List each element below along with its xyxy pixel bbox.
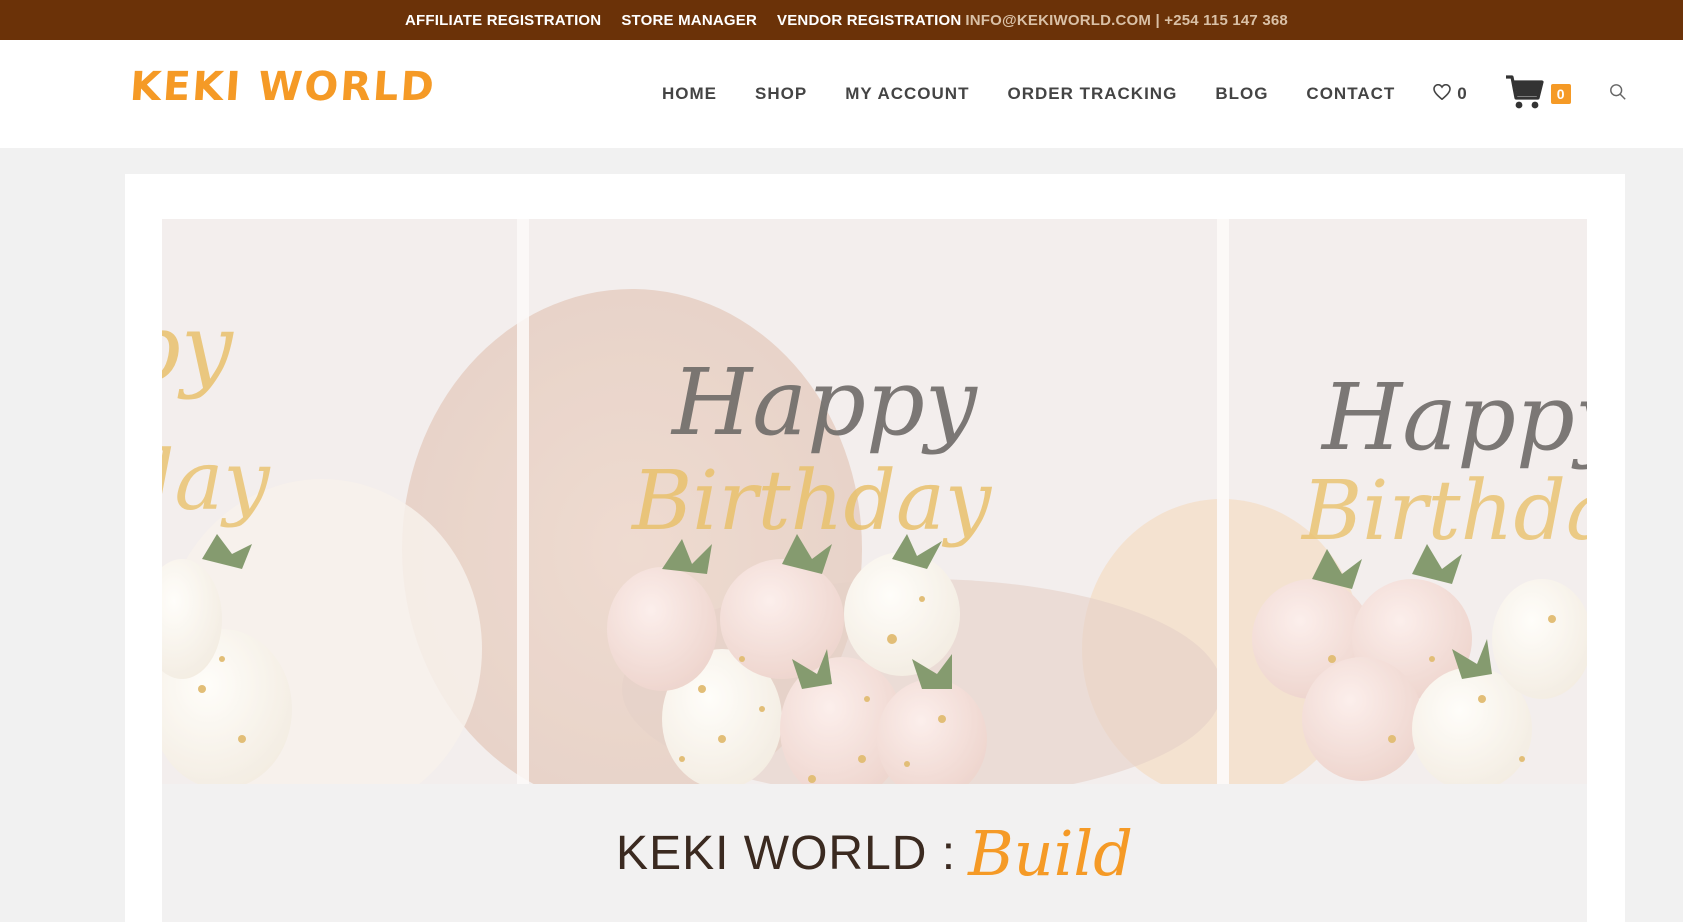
site-header: KEKI WORLD HOME SHOP MY ACCOUNT ORDER TR… [0,40,1683,148]
nav-order-tracking[interactable]: ORDER TRACKING [1007,84,1177,104]
content-card: Happy Birthday Happy Birthday py day KEK… [125,174,1625,922]
cart-button[interactable]: 0 [1505,74,1571,115]
top-bar: AFFILIATE REGISTRATION STORE MANAGER VEN… [0,0,1683,40]
page-title-accent: Build [968,816,1133,890]
nav-shop[interactable]: SHOP [755,84,807,104]
store-manager-link[interactable]: STORE MANAGER [621,12,757,29]
cart-count-badge: 0 [1550,84,1571,104]
vendor-registration-link[interactable]: VENDOR REGISTRATION [777,12,961,29]
wishlist-button[interactable]: 0 [1433,83,1467,105]
affiliate-registration-link[interactable]: AFFILIATE REGISTRATION [405,12,601,29]
nav-home[interactable]: HOME [662,84,717,104]
hero-banner: Happy Birthday Happy Birthday py day [162,219,1587,784]
search-icon [1609,83,1627,106]
search-button[interactable] [1609,83,1627,106]
nav-blog[interactable]: BLOG [1215,84,1268,104]
hero-image: Happy Birthday Happy Birthday py day [162,219,1587,784]
nav-my-account[interactable]: MY ACCOUNT [845,84,969,104]
cart-icon [1505,74,1545,115]
contact-info: INFO@KEKIWORLD.COM | +254 115 147 368 [965,11,1288,29]
main-nav: HOME SHOP MY ACCOUNT ORDER TRACKING BLOG… [662,40,1627,148]
heart-icon [1433,83,1452,105]
nav-contact[interactable]: CONTACT [1306,84,1395,104]
site-logo[interactable]: KEKI WORLD [128,64,437,110]
page-title-section: KEKI WORLD : Build [162,784,1587,922]
page-title: KEKI WORLD : [616,826,957,880]
wishlist-count: 0 [1457,84,1467,103]
